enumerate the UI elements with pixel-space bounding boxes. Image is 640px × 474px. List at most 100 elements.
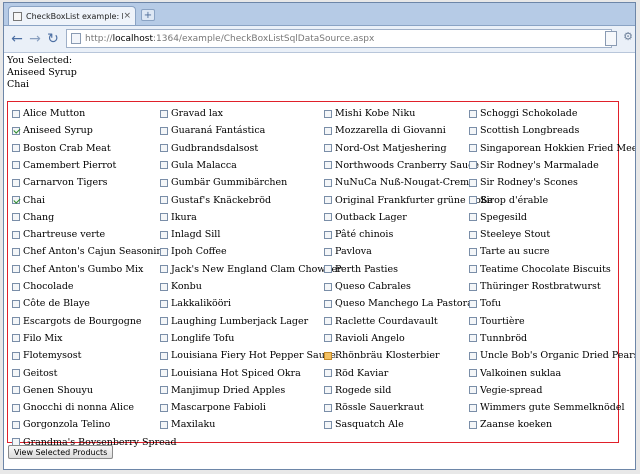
- product-checkbox[interactable]: [469, 403, 477, 412]
- product-option[interactable]: Jack's New England Clam Chowder: [160, 262, 342, 277]
- product-checkbox[interactable]: [324, 317, 332, 326]
- product-option[interactable]: Ikura: [160, 210, 197, 225]
- product-label[interactable]: Chocolade: [23, 281, 74, 292]
- product-checkbox[interactable]: [160, 230, 168, 239]
- product-option[interactable]: Tunnbröd: [469, 331, 527, 346]
- product-option[interactable]: Singaporean Hokkien Fried Mee: [469, 141, 635, 156]
- product-label[interactable]: Perth Pasties: [335, 264, 398, 275]
- product-label[interactable]: Camembert Pierrot: [23, 160, 116, 171]
- product-checkbox[interactable]: [160, 334, 168, 343]
- product-label[interactable]: Rhönbräu Klosterbier: [335, 350, 440, 361]
- product-option[interactable]: Gravad lax: [160, 106, 223, 121]
- product-checkbox[interactable]: [469, 109, 477, 118]
- product-label[interactable]: Chai: [23, 195, 45, 206]
- product-checkbox[interactable]: [324, 265, 332, 274]
- product-checkbox[interactable]: [160, 247, 168, 256]
- product-checkbox[interactable]: [469, 161, 477, 170]
- product-option[interactable]: Lakkalikööri: [160, 296, 231, 311]
- product-label[interactable]: Queso Cabrales: [335, 281, 411, 292]
- product-checkbox[interactable]: [12, 334, 20, 343]
- product-option[interactable]: Steeleye Stout: [469, 227, 550, 242]
- product-option[interactable]: Chef Anton's Gumbo Mix: [12, 262, 143, 277]
- product-checkbox[interactable]: [324, 351, 332, 360]
- product-option[interactable]: Flotemysost: [12, 348, 81, 363]
- product-option[interactable]: Rössle Sauerkraut: [324, 400, 424, 415]
- address-bar[interactable]: http://localhost:1364/example/CheckBoxLi…: [66, 29, 612, 48]
- product-option[interactable]: Rhönbräu Klosterbier: [324, 348, 440, 363]
- product-checkbox[interactable]: [160, 265, 168, 274]
- page-menu-icon[interactable]: [605, 31, 617, 46]
- product-label[interactable]: Louisiana Fiery Hot Pepper Sauce: [171, 350, 336, 361]
- product-checkbox[interactable]: [324, 126, 332, 135]
- product-checkbox[interactable]: [160, 282, 168, 291]
- product-option[interactable]: Chartreuse verte: [12, 227, 105, 242]
- product-label[interactable]: Maxilaku: [171, 419, 215, 430]
- product-label[interactable]: Gnocchi di nonna Alice: [23, 402, 134, 413]
- product-label[interactable]: Raclette Courdavault: [335, 316, 438, 327]
- product-checkbox[interactable]: [324, 213, 332, 222]
- product-checkbox[interactable]: [469, 386, 477, 395]
- product-option[interactable]: Geitost: [12, 366, 57, 381]
- product-option[interactable]: Manjimup Dried Apples: [160, 383, 285, 398]
- product-checkbox[interactable]: [469, 196, 477, 204]
- product-option[interactable]: Spegesild: [469, 210, 527, 225]
- product-label[interactable]: Escargots de Bourgogne: [23, 316, 142, 327]
- product-label[interactable]: Teatime Chocolate Biscuits: [480, 264, 611, 275]
- product-option[interactable]: Queso Manchego La Pastora: [324, 296, 473, 311]
- product-label[interactable]: Inlagd Sill: [171, 229, 220, 240]
- product-label[interactable]: Boston Crab Meat: [23, 143, 111, 154]
- product-checkbox[interactable]: [324, 299, 332, 308]
- product-label[interactable]: Vegie-spread: [480, 385, 542, 396]
- product-checkbox[interactable]: [12, 126, 20, 135]
- product-label[interactable]: Singaporean Hokkien Fried Mee: [480, 143, 635, 154]
- product-option[interactable]: Louisiana Fiery Hot Pepper Sauce: [160, 348, 336, 363]
- product-label[interactable]: NuNuCa Nuß-Nougat-Creme: [335, 177, 475, 188]
- browser-tab[interactable]: CheckBoxList example: ho... ×: [8, 6, 136, 25]
- view-selected-products-button[interactable]: View Selected Products: [8, 445, 114, 459]
- product-label[interactable]: Konbu: [171, 281, 202, 292]
- product-checkbox[interactable]: [324, 109, 332, 118]
- product-option[interactable]: Mascarpone Fabioli: [160, 400, 266, 415]
- product-checkbox[interactable]: [12, 317, 20, 326]
- product-label[interactable]: Sir Rodney's Marmalade: [480, 160, 599, 171]
- product-checkbox[interactable]: [160, 144, 168, 153]
- product-checkbox[interactable]: [469, 420, 477, 429]
- product-label[interactable]: Northwoods Cranberry Sauce: [335, 160, 479, 171]
- product-checkbox[interactable]: [160, 403, 168, 412]
- product-checkbox[interactable]: [324, 178, 332, 187]
- product-label[interactable]: Mishi Kobe Niku: [335, 108, 415, 119]
- product-option[interactable]: Tourtière: [469, 314, 525, 329]
- reload-icon[interactable]: ↻: [44, 30, 62, 48]
- product-checkbox[interactable]: [160, 351, 168, 360]
- product-checkbox[interactable]: [12, 230, 20, 239]
- product-option[interactable]: Inlagd Sill: [160, 227, 220, 242]
- product-checkbox[interactable]: [12, 403, 20, 412]
- product-label[interactable]: Ravioli Angelo: [335, 333, 405, 344]
- product-label[interactable]: Outback Lager: [335, 212, 407, 223]
- product-checkbox[interactable]: [324, 334, 332, 343]
- product-label[interactable]: Longlife Tofu: [171, 333, 234, 344]
- product-option[interactable]: Escargots de Bourgogne: [12, 314, 142, 329]
- product-label[interactable]: Laughing Lumberjack Lager: [171, 316, 308, 327]
- product-label[interactable]: Chang: [23, 212, 54, 223]
- product-option[interactable]: Gnocchi di nonna Alice: [12, 400, 134, 415]
- product-label[interactable]: Gula Malacca: [171, 160, 237, 171]
- product-checkbox[interactable]: [160, 369, 168, 377]
- product-option[interactable]: Tofu: [469, 296, 501, 311]
- product-option[interactable]: Maxilaku: [160, 417, 215, 432]
- product-label[interactable]: Sir Rodney's Scones: [480, 177, 578, 188]
- product-checkbox[interactable]: [469, 230, 477, 239]
- product-option[interactable]: Louisiana Hot Spiced Okra: [160, 366, 301, 381]
- product-option[interactable]: Raclette Courdavault: [324, 314, 438, 329]
- product-label[interactable]: Lakkalikööri: [171, 298, 231, 309]
- product-checkbox[interactable]: [160, 126, 168, 135]
- product-option[interactable]: Outback Lager: [324, 210, 407, 225]
- product-label[interactable]: Chef Anton's Cajun Seasoning: [23, 246, 169, 257]
- new-tab-button[interactable]: +: [141, 9, 155, 21]
- product-option[interactable]: Pâté chinois: [324, 227, 393, 242]
- product-label[interactable]: Sasquatch Ale: [335, 419, 404, 430]
- product-checkbox[interactable]: [160, 299, 168, 308]
- product-label[interactable]: Chartreuse verte: [23, 229, 105, 240]
- product-label[interactable]: Gumbär Gummibärchen: [171, 177, 287, 188]
- product-option[interactable]: Ravioli Angelo: [324, 331, 405, 346]
